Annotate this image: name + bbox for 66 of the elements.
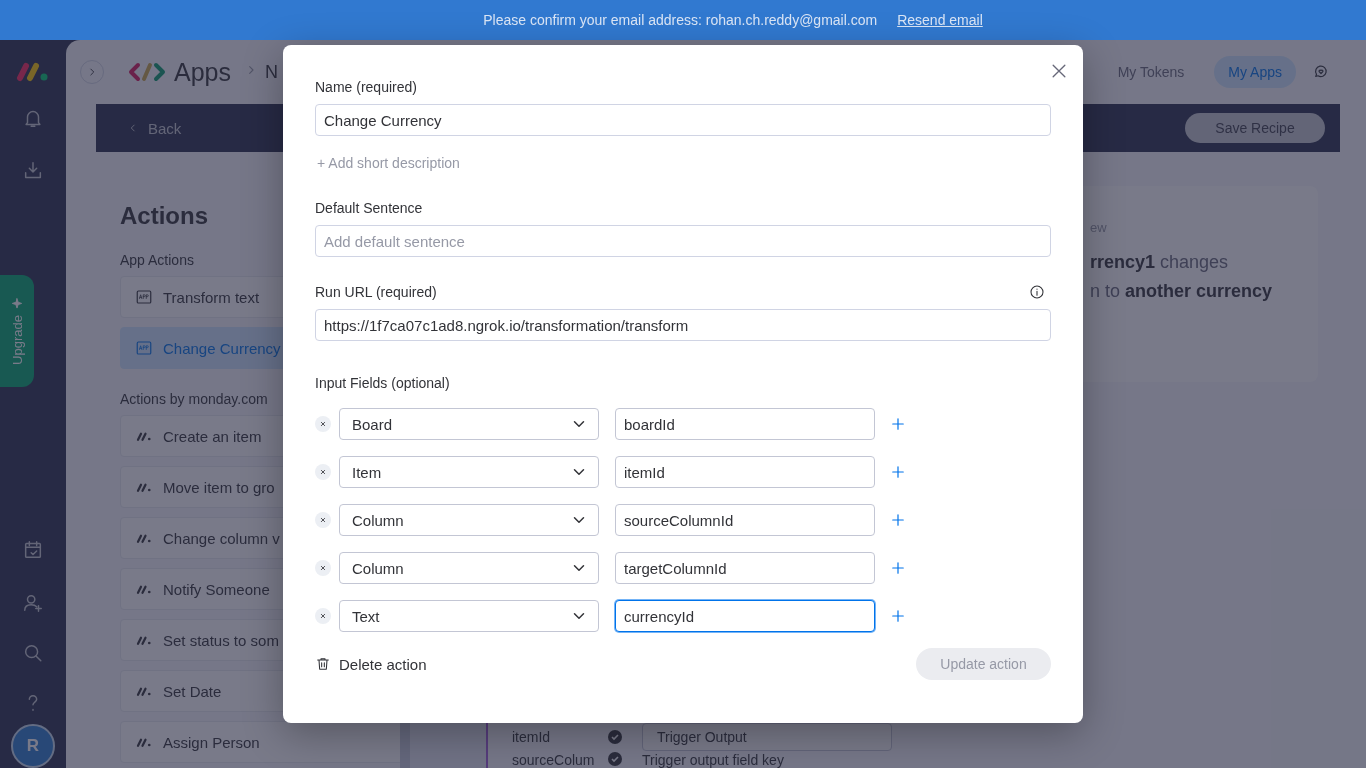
field-key-input[interactable]: targetColumnId (615, 552, 875, 584)
app-icon (135, 288, 153, 306)
field-key-input[interactable]: currencyId (615, 600, 875, 632)
add-description-link[interactable]: + Add short description (317, 155, 460, 171)
add-field-button[interactable] (889, 463, 907, 481)
name-input[interactable]: Change Currency (315, 104, 1051, 136)
app-icon (135, 339, 153, 357)
field-label: Run URL (required) (315, 284, 437, 300)
group-heading: Actions by monday.com (120, 391, 269, 407)
action-item[interactable]: Assign Person (120, 721, 400, 763)
nav-tab[interactable]: My Apps (1214, 56, 1296, 88)
plus-icon (889, 415, 907, 433)
add-field-button[interactable] (889, 415, 907, 433)
back-button[interactable]: Back (126, 119, 182, 137)
trigger-output-select[interactable]: Trigger Output (642, 723, 892, 751)
calendar-icon (22, 539, 44, 561)
field-type-select[interactable]: Text (339, 600, 599, 632)
user-avatar[interactable]: R (11, 724, 55, 768)
add-field-button[interactable] (889, 511, 907, 529)
remove-icon (318, 515, 328, 525)
field-label: Default Sentence (315, 200, 424, 216)
url-input[interactable]: https://1f7ca07c1ad8.ngrok.io/transformation/transform (315, 309, 1051, 341)
page-title: Apps (174, 57, 231, 87)
actions-title: Actions (120, 202, 208, 230)
resend-email-link[interactable]: Resend email (897, 12, 983, 28)
remove-icon (318, 611, 328, 621)
plus-icon (889, 511, 907, 529)
delete-action-button[interactable]: Delete action (315, 655, 427, 673)
section-label: Input Fields (optional) (315, 375, 451, 391)
field-type-select[interactable]: Column (339, 504, 599, 536)
field-key-input[interactable]: boardId (615, 408, 875, 440)
upgrade-tab[interactable]: Upgrade (0, 275, 34, 387)
field-type-select[interactable]: Column (339, 552, 599, 584)
sentence-input[interactable]: Add default sentence (315, 225, 1051, 257)
remove-field-button[interactable] (315, 512, 331, 528)
field-type-select[interactable]: Item (339, 456, 599, 488)
search-icon (22, 642, 44, 664)
breadcrumb[interactable]: N (265, 61, 278, 83)
add-field-button[interactable] (889, 559, 907, 577)
banner-message: Please confirm your email address: rohan.ch.reddy@gmail.com (483, 12, 878, 28)
field-name: itemId (512, 729, 552, 745)
field-key-text: Trigger output field key (642, 752, 784, 768)
info-icon (1029, 284, 1045, 300)
remove-icon (318, 467, 328, 477)
remove-field-button[interactable] (315, 560, 331, 576)
check-icon (608, 730, 622, 744)
code-brackets-icon (128, 62, 166, 82)
field-name: sourceColum (512, 752, 596, 768)
remove-field-button[interactable] (315, 608, 331, 624)
field-type-select[interactable]: Board (339, 408, 599, 440)
add-person-icon (22, 592, 44, 614)
remove-icon (318, 563, 328, 573)
field-key-input[interactable]: sourceColumnId (615, 504, 875, 536)
plus-icon (889, 463, 907, 481)
remove-field-button[interactable] (315, 464, 331, 480)
logo-icon[interactable] (16, 60, 50, 82)
add-field-button[interactable] (889, 607, 907, 625)
field-label: Name (required) (315, 79, 418, 95)
group-heading: App Actions (120, 252, 195, 268)
remove-icon (318, 419, 328, 429)
trash-icon (315, 656, 331, 672)
plus-icon (889, 559, 907, 577)
preview-sentence: rrency1 changes (1090, 252, 1230, 273)
field-key-input[interactable]: itemId (615, 456, 875, 488)
remove-field-button[interactable] (315, 416, 331, 432)
plus-icon (889, 607, 907, 625)
